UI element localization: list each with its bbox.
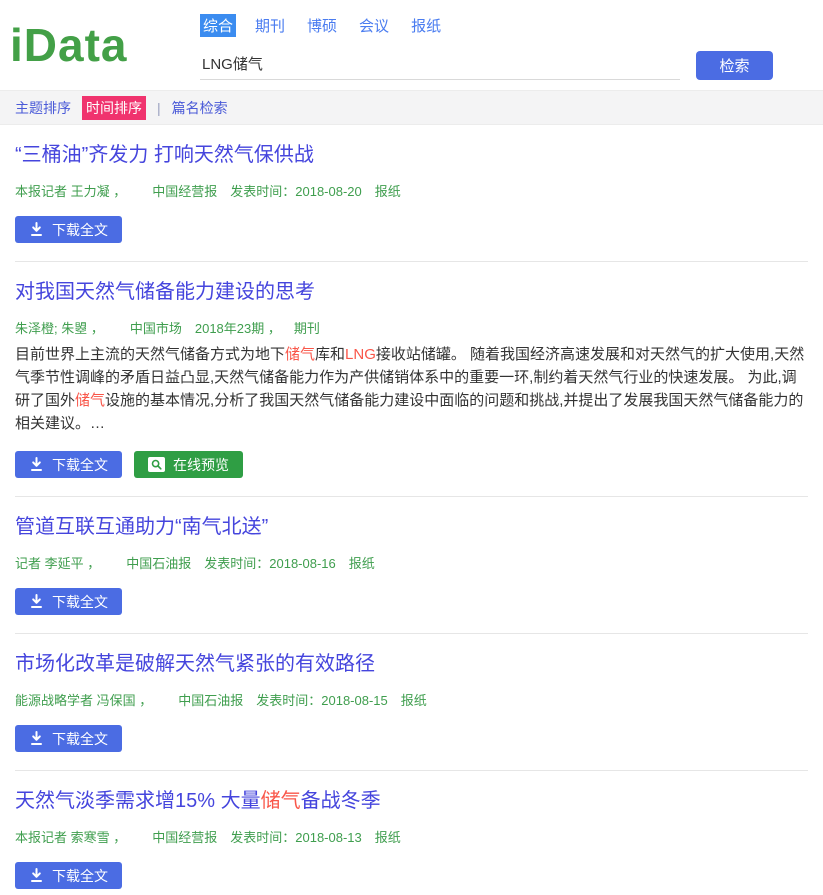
header-right: 综合期刊博硕会议报纸 检索 (200, 10, 773, 80)
keyword-highlight: 储气 (75, 392, 105, 409)
download-icon (29, 594, 44, 609)
text-segment: 目前世界上主流的天然气储备方式为地下 (15, 346, 285, 363)
result-meta: 记者 李延平 ， 中国石油报发表时间：2018-08-16 报纸 (15, 553, 808, 572)
result-title: “三桶油”齐发力 打响天然气保供战 (15, 142, 808, 168)
search-row: 检索 (200, 51, 773, 80)
meta-part: 报纸 (375, 184, 401, 199)
meta-part: 报纸 (349, 556, 375, 571)
result-title-link[interactable]: 市场化改革是破解天然气紧张的有效路径 (15, 653, 375, 675)
keyword-highlight: 储气 (261, 790, 301, 812)
result-meta: 能源战略学者 冯保国 ， 中国石油报发表时间：2018-08-15 报纸 (15, 690, 808, 709)
download-fulltext-button[interactable]: 下载全文 (15, 862, 122, 889)
download-fulltext-button[interactable]: 下载全文 (15, 216, 122, 243)
meta-part: 中国经营报 (152, 830, 217, 845)
keyword-highlight: 储气 (285, 346, 315, 363)
download-icon (29, 222, 44, 237)
meta-part: 发表时间：2018-08-15 (256, 693, 388, 708)
button-row: 下载全文 (15, 216, 808, 243)
nav-tab[interactable]: 会议 (356, 14, 392, 37)
text-segment: 对我国天然气储备能力建设的思考 (15, 281, 315, 303)
button-label: 下载全文 (52, 455, 108, 475)
result-item: 对我国天然气储备能力建设的思考朱泽橙; 朱曌 ， 中国市场 2018年23期 ， 期刊… (15, 262, 808, 497)
result-meta: 本报记者 索寒雪 ， 中国经营报发表时间：2018-08-13 报纸 (15, 827, 808, 846)
result-item: 市场化改革是破解天然气紧张的有效路径能源战略学者 冯保国 ， 中国石油报发表时间：… (15, 634, 808, 771)
result-title-link[interactable]: “三桶油”齐发力 打响天然气保供战 (15, 144, 314, 166)
result-title: 市场化改革是破解天然气紧张的有效路径 (15, 651, 808, 677)
button-label: 下载全文 (52, 592, 108, 612)
meta-part: 2018年23期 ， (195, 321, 281, 336)
download-fulltext-button[interactable]: 下载全文 (15, 588, 122, 615)
sort-bar: 主题排序 时间排序 | 篇名检索 (0, 90, 823, 125)
result-meta: 本报记者 王力凝 ， 中国经营报发表时间：2018-08-20 报纸 (15, 181, 808, 200)
search-button[interactable]: 检索 (696, 51, 773, 80)
meta-part: 发表时间：2018-08-13 (230, 830, 362, 845)
meta-part: 能源战略学者 冯保国 ， (15, 693, 152, 708)
results-list: “三桶油”齐发力 打响天然气保供战本报记者 王力凝 ，中国经营报发表时间：201… (0, 125, 823, 895)
button-label: 下载全文 (52, 866, 108, 886)
search-input[interactable] (200, 51, 680, 80)
text-segment: 备战冬季 (301, 790, 381, 812)
download-fulltext-button[interactable]: 下载全文 (15, 451, 122, 478)
result-title: 天然气淡季需求增15% 大量储气备战冬季 (15, 788, 808, 814)
result-title: 管道互联互通助力“南气北送” (15, 514, 808, 540)
text-segment: 管道互联互通助力“南气北送” (15, 516, 268, 538)
text-segment: 天然气淡季需求增15% 大量 (15, 790, 261, 812)
nav-tab[interactable]: 博硕 (304, 14, 340, 37)
result-title-link[interactable]: 管道互联互通助力“南气北送” (15, 516, 268, 538)
header: iData 综合期刊博硕会议报纸 检索 (0, 0, 823, 80)
button-label: 下载全文 (52, 220, 108, 240)
text-segment: 设施的基本情况,分析了我国天然气储备能力建设中面临的问题和挑战,并提出了发展我国… (15, 392, 803, 432)
result-item: 管道互联互通助力“南气北送” 记者 李延平 ， 中国石油报发表时间：2018-08-… (15, 497, 808, 634)
button-row: 下载全文 (15, 862, 808, 889)
result-meta: 朱泽橙; 朱曌 ， 中国市场 2018年23期 ， 期刊 (15, 318, 808, 337)
text-segment: 市场化改革是破解天然气紧张的有效路径 (15, 653, 375, 675)
download-icon (29, 457, 44, 472)
meta-part: 朱泽橙; 朱曌 ， (15, 321, 104, 336)
meta-part: 发表时间：2018-08-20 (230, 184, 362, 199)
nav-tabs: 综合期刊博硕会议报纸 (200, 14, 773, 37)
sort-by-theme[interactable]: 主题排序 (15, 98, 71, 118)
result-item: 天然气淡季需求增15% 大量储气备战冬季本报记者 索寒雪 ， 中国经营报发表时间：… (15, 771, 808, 895)
nav-tab[interactable]: 综合 (200, 14, 236, 37)
magnifier-icon (148, 457, 165, 472)
button-row: 下载全文 (15, 725, 808, 752)
button-label: 下载全文 (52, 729, 108, 749)
nav-tab[interactable]: 期刊 (252, 14, 288, 37)
meta-part: 中国石油报 (126, 556, 191, 571)
meta-part: 发表时间：2018-08-16 (204, 556, 336, 571)
online-preview-button[interactable]: 在线预览 (134, 451, 243, 478)
button-row: 下载全文 在线预览 (15, 451, 808, 478)
result-title-link[interactable]: 天然气淡季需求增15% 大量储气备战冬季 (15, 790, 381, 812)
meta-part: 报纸 (375, 830, 401, 845)
download-icon (29, 731, 44, 746)
meta-part: 本报记者 王力凝 ， (15, 184, 126, 199)
meta-part: 中国经营报 (152, 184, 217, 199)
result-item: “三桶油”齐发力 打响天然气保供战本报记者 王力凝 ， 中国经营报发表时间：201… (15, 125, 808, 262)
sort-by-time[interactable]: 时间排序 (82, 96, 146, 120)
button-label: 在线预览 (173, 455, 229, 475)
meta-part: 记者 李延平 ， (15, 556, 100, 571)
text-segment: 库和 (315, 346, 345, 363)
button-row: 下载全文 (15, 588, 808, 615)
text-segment: “三桶油”齐发力 打响天然气保供战 (15, 144, 314, 166)
nav-tab[interactable]: 报纸 (408, 14, 444, 37)
meta-part: 本报记者 索寒雪 ， (15, 830, 126, 845)
idata-logo: iData (10, 10, 200, 80)
download-icon (29, 868, 44, 883)
meta-part: 报纸 (401, 693, 427, 708)
keyword-highlight: LNG (345, 346, 376, 363)
result-title-link[interactable]: 对我国天然气储备能力建设的思考 (15, 281, 315, 303)
title-search-link[interactable]: 篇名检索 (172, 98, 228, 118)
download-fulltext-button[interactable]: 下载全文 (15, 725, 122, 752)
sort-separator: | (157, 100, 161, 116)
result-title: 对我国天然气储备能力建设的思考 (15, 279, 808, 305)
meta-part: 中国石油报 (178, 693, 243, 708)
result-abstract: 目前世界上主流的天然气储备方式为地下储气库和LNG接收站储罐。 随着我国经济高速… (15, 343, 808, 435)
meta-part: 期刊 (294, 321, 320, 336)
meta-part: 中国市场 (130, 321, 182, 336)
